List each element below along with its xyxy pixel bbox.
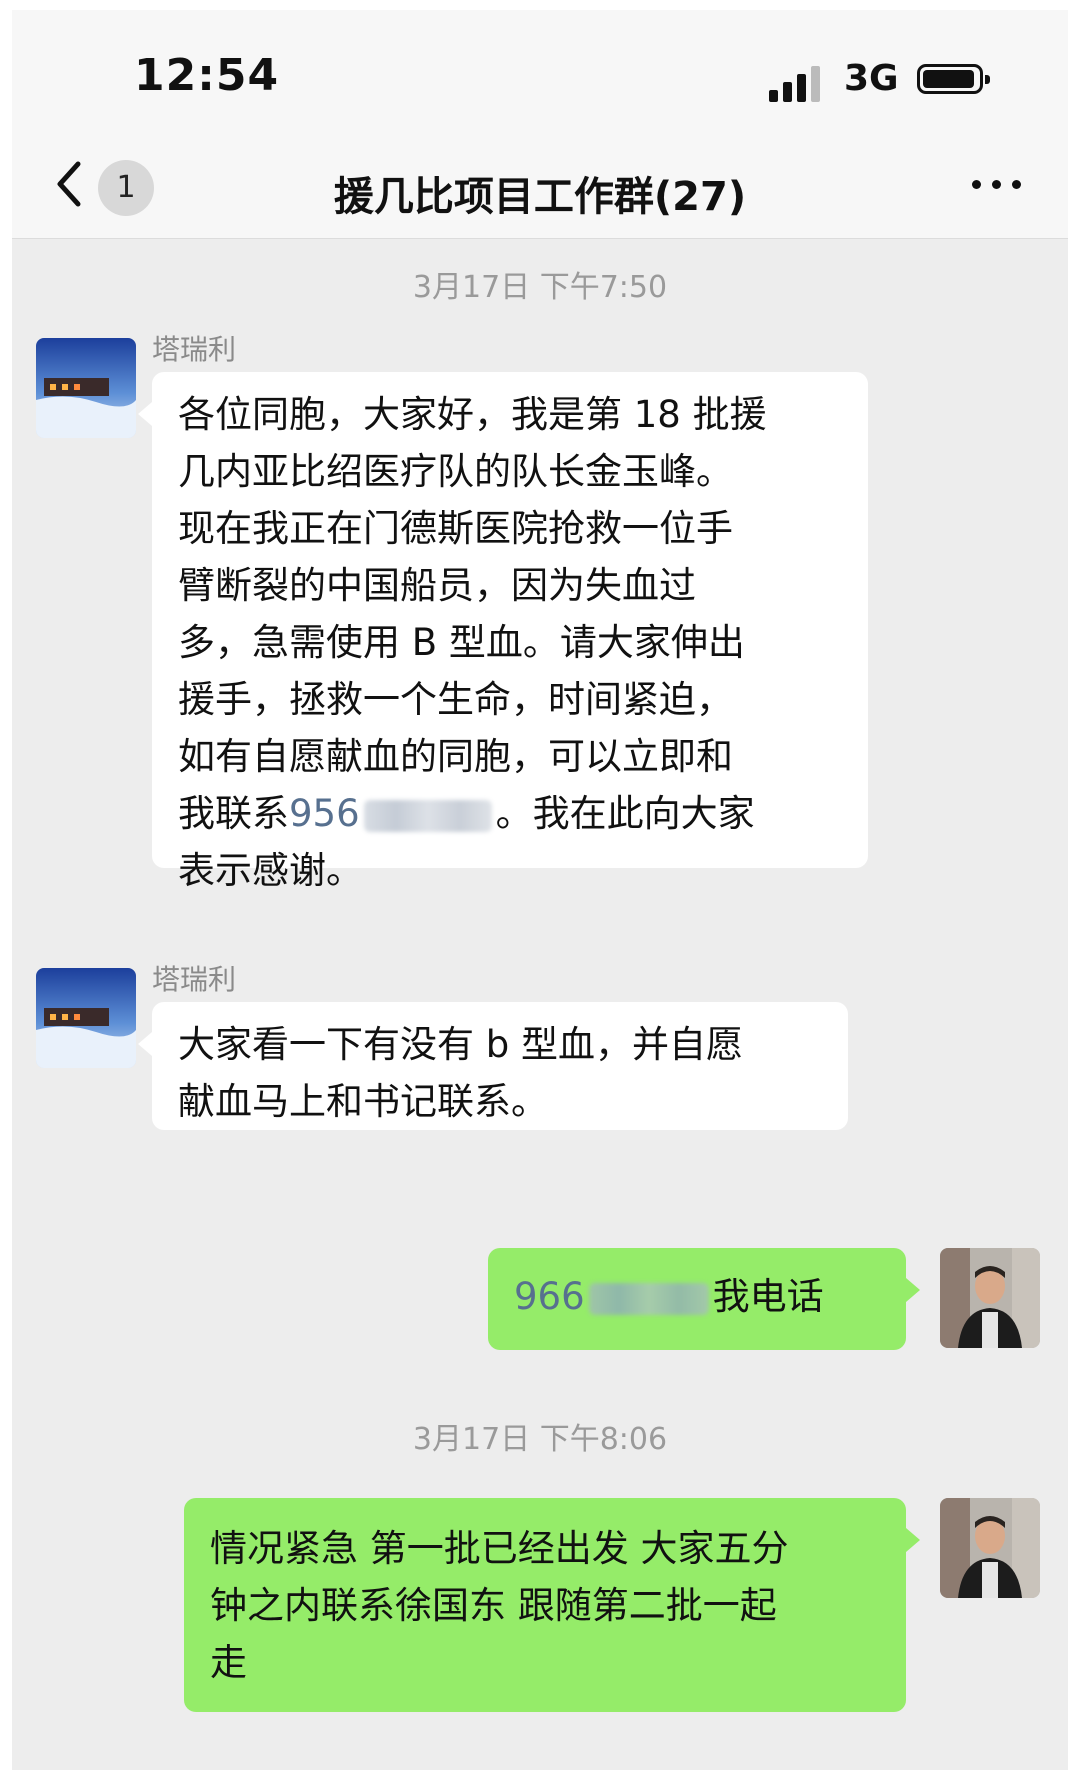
message-line: 多，急需使用 B 型血。请大家伸出 xyxy=(178,621,745,664)
chat-header: 1 援几比项目工作群(27) xyxy=(12,130,1068,239)
signal-icon xyxy=(769,66,829,102)
message-line: 臂断裂的中国船员，因为失血过 xyxy=(178,564,696,607)
message-line: 现在我正在门德斯医院抢救一位手 xyxy=(178,507,733,550)
avatar-self[interactable] xyxy=(940,1248,1040,1348)
phone-number-link[interactable]: 956 xyxy=(289,792,360,835)
message-line: 各位同胞，大家好，我是第 18 批援 xyxy=(178,393,767,436)
message-bubble-self[interactable]: 情况紧急 第一批已经出发 大家五分 钟之内联系徐国东 跟随第二批一起 走 xyxy=(184,1498,920,1712)
avatar-self[interactable] xyxy=(940,1498,1040,1598)
message-line: 援手，拯救一个生命，时间紧迫， xyxy=(178,678,733,721)
phone-number-link[interactable]: 966 xyxy=(514,1275,585,1318)
message-line: 表示感谢。 xyxy=(178,849,363,892)
message-timestamp: 3月17日 下午8:06 xyxy=(412,1422,668,1457)
message-text: 我联系 xyxy=(178,792,289,835)
message-line: 献血马上和书记联系。 xyxy=(178,1080,548,1123)
battery-icon xyxy=(917,64,990,94)
more-dots-icon[interactable] xyxy=(972,170,1032,200)
message-bubble-self[interactable]: 966 我电话 xyxy=(488,1248,920,1350)
message-line: 情况紧急 第一批已经出发 大家五分 xyxy=(210,1527,789,1570)
phone-screen: 12:54 3G 1 援几比项目工作群(27) 3月17日 下午7:50 塔瑞利… xyxy=(12,10,1068,1770)
message-line: 钟之内联系徐国东 跟随第二批一起 xyxy=(210,1584,777,1627)
redacted-phone-blur xyxy=(363,799,492,832)
network-type: 3G xyxy=(844,58,899,99)
message-line: 如有自愿献血的同胞，可以立即和 xyxy=(178,735,733,778)
message-line: 几内亚比绍医疗队的队长金玉峰。 xyxy=(178,450,733,493)
message-line: 大家看一下有没有 b 型血，并自愿 xyxy=(178,1023,744,1066)
message-bubble[interactable]: 大家看一下有没有 b 型血，并自愿 献血马上和书记联系。 xyxy=(138,1002,848,1130)
message-bubble[interactable]: 各位同胞，大家好，我是第 18 批援 几内亚比绍医疗队的队长金玉峰。 现在我正在… xyxy=(138,372,868,892)
status-time: 12:54 xyxy=(134,50,280,101)
status-bar: 12:54 3G xyxy=(12,10,1068,130)
message-text: 我电话 xyxy=(712,1275,824,1318)
message-text: 。我在此向大家 xyxy=(495,792,755,835)
avatar-taruili[interactable] xyxy=(36,338,136,438)
sender-name: 塔瑞利 xyxy=(152,333,237,366)
message-timestamp: 3月17日 下午7:50 xyxy=(412,270,668,305)
message-line: 我联系956 。我在此向大家 xyxy=(178,785,842,842)
avatar-taruili[interactable] xyxy=(36,968,136,1068)
redacted-phone-blur xyxy=(588,1282,709,1315)
chat-title: 援几比项目工作群(27) xyxy=(333,174,747,220)
sender-name: 塔瑞利 xyxy=(152,963,237,996)
message-line: 走 xyxy=(210,1641,247,1684)
